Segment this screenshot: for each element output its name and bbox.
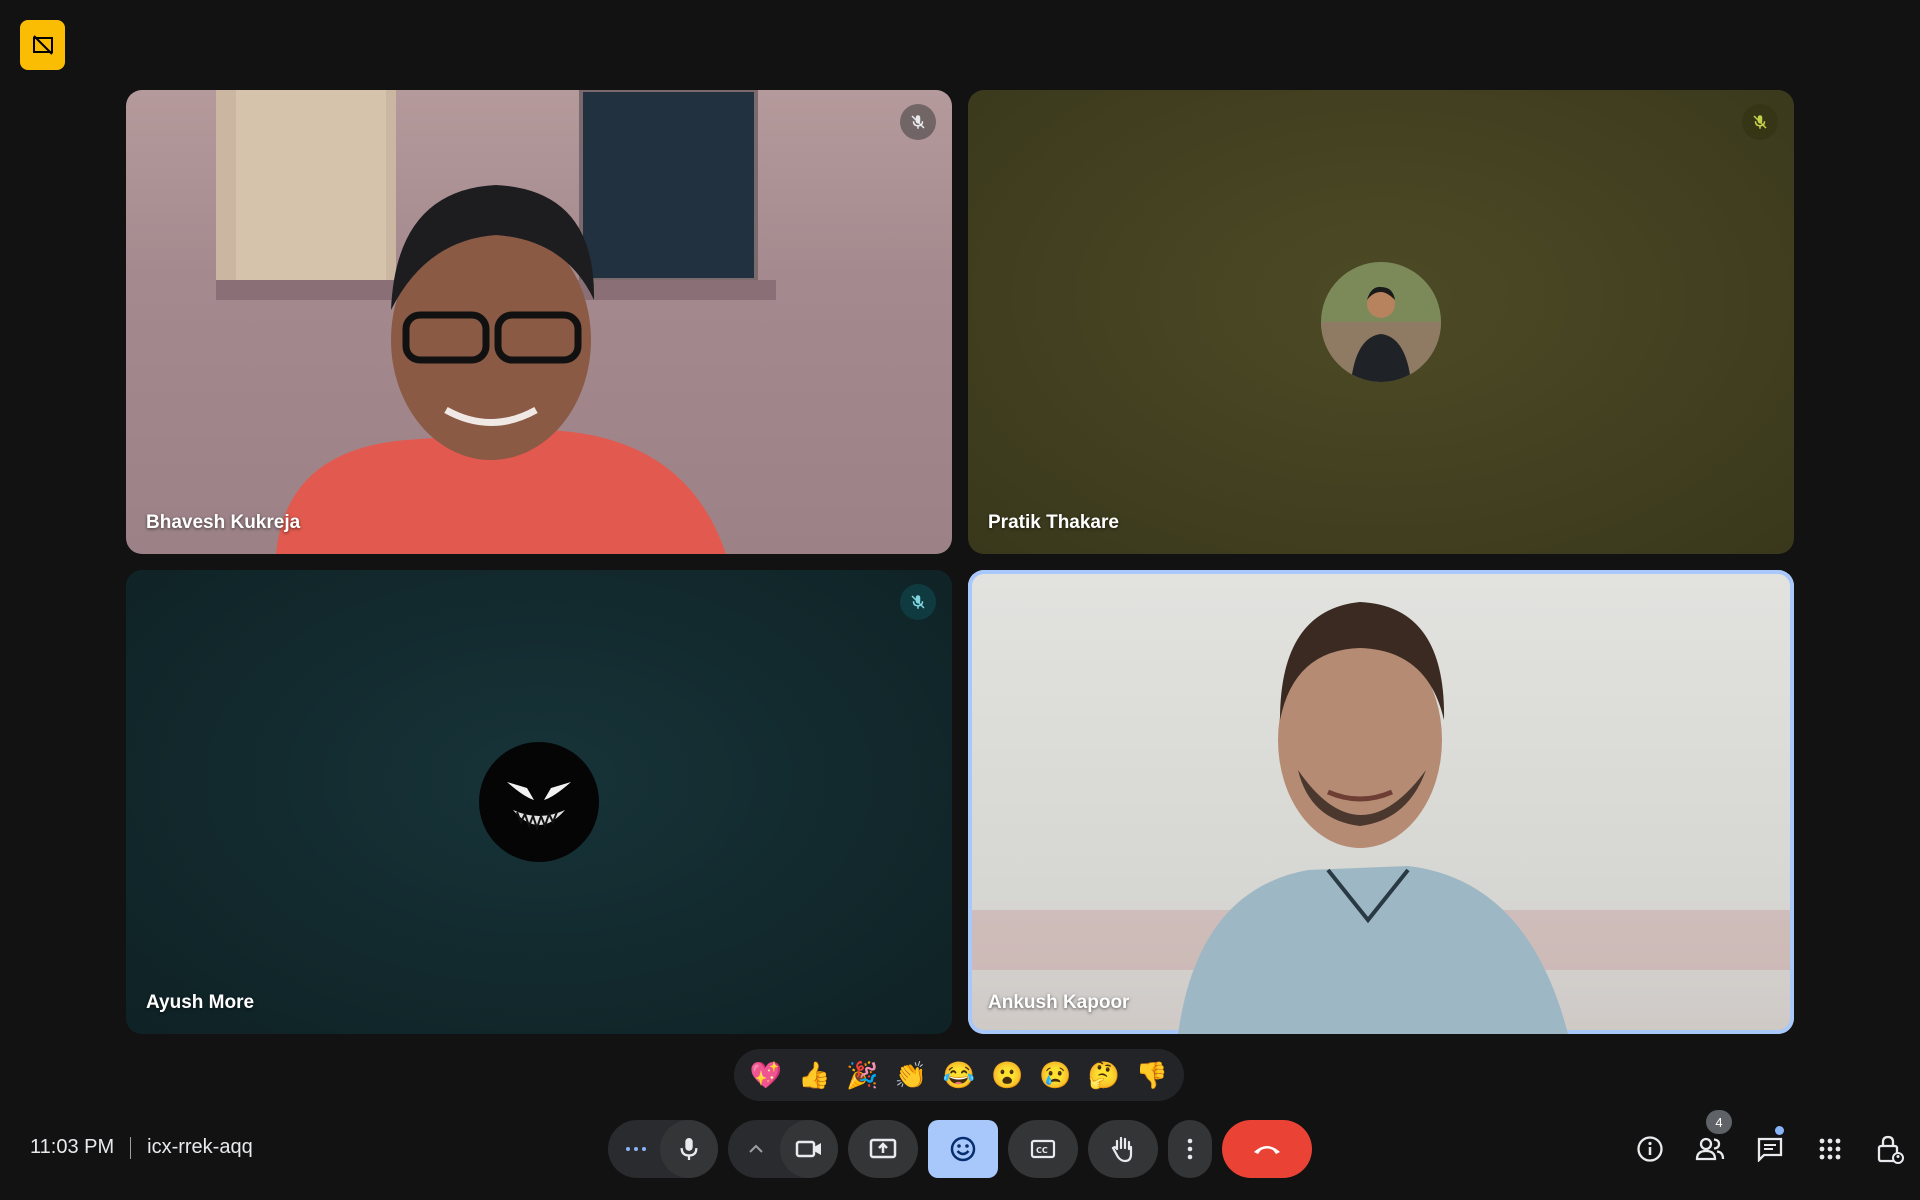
muted-indicator xyxy=(900,104,936,140)
reaction-thumbs-down[interactable]: 👎 xyxy=(1136,1060,1168,1091)
host-controls-button[interactable] xyxy=(1860,1126,1920,1172)
reaction-thumbs-up[interactable]: 👍 xyxy=(798,1060,830,1091)
participant-tile-ayush[interactable]: Ayush More xyxy=(126,570,952,1034)
captions-button[interactable]: CC xyxy=(1008,1120,1078,1178)
reaction-sad[interactable]: 😢 xyxy=(1039,1060,1071,1091)
avatar xyxy=(479,742,599,862)
participant-name: Pratik Thakare xyxy=(988,512,1119,533)
people-icon xyxy=(1695,1137,1725,1161)
more-options-button[interactable] xyxy=(1168,1120,1212,1178)
raise-hand-button[interactable] xyxy=(1088,1120,1158,1178)
participant-video xyxy=(216,90,776,554)
participant-tile-pratik[interactable]: Pratik Thakare xyxy=(968,90,1794,554)
more-vert-icon xyxy=(1187,1138,1193,1160)
leave-call-button[interactable] xyxy=(1222,1120,1312,1178)
videocam-icon xyxy=(795,1140,821,1158)
chevron-up-icon xyxy=(749,1144,763,1153)
participant-count-badge: 4 xyxy=(1706,1110,1732,1134)
reactions-bar: 💖 👍 🎉 👏 😂 😮 😢 🤔 👎 xyxy=(734,1049,1184,1101)
video-off-icon xyxy=(32,35,53,55)
participant-tile-bhavesh[interactable]: Bhavesh Kukreja xyxy=(126,90,952,554)
meeting-code: icx-rrek-aqq xyxy=(147,1136,253,1158)
unread-dot xyxy=(1775,1126,1784,1135)
chat-button[interactable] xyxy=(1740,1126,1800,1172)
reaction-surprised[interactable]: 😮 xyxy=(991,1060,1023,1091)
svg-text:CC: CC xyxy=(1036,1146,1048,1155)
emoji-icon xyxy=(950,1136,976,1162)
reaction-laugh[interactable]: 😂 xyxy=(943,1060,975,1091)
more-horiz-icon xyxy=(626,1147,646,1151)
right-toolbar: 4 xyxy=(1620,1110,1920,1172)
camera-button[interactable] xyxy=(780,1120,838,1178)
reaction-thinking[interactable]: 🤔 xyxy=(1087,1060,1119,1091)
muted-indicator xyxy=(1742,104,1778,140)
apps-grid-icon xyxy=(1819,1138,1841,1160)
present-to-all-icon xyxy=(869,1138,897,1159)
audio-options-button[interactable] xyxy=(608,1120,664,1178)
mic-off-icon xyxy=(911,115,925,129)
activities-button[interactable] xyxy=(1800,1126,1860,1172)
people-button[interactable]: 4 xyxy=(1680,1110,1740,1172)
participant-tile-ankush[interactable]: Ankush Kapoor xyxy=(968,570,1794,1034)
camera-options-button[interactable] xyxy=(728,1120,784,1178)
call-end-icon xyxy=(1254,1146,1280,1154)
divider xyxy=(130,1136,132,1159)
participant-video xyxy=(972,602,1790,1034)
reaction-clap[interactable]: 👏 xyxy=(895,1060,927,1091)
closed-caption-icon: CC xyxy=(1030,1139,1056,1159)
muted-indicator xyxy=(900,584,936,620)
info-icon xyxy=(1637,1136,1663,1162)
participant-name: Ayush More xyxy=(146,992,255,1013)
participant-name: Ankush Kapoor xyxy=(988,992,1130,1013)
mic-icon xyxy=(680,1138,698,1160)
present-button[interactable] xyxy=(848,1120,918,1178)
mic-off-icon xyxy=(911,595,925,609)
meeting-info-button[interactable] xyxy=(1620,1126,1680,1172)
clock: 11:03 PM xyxy=(30,1136,115,1158)
participant-name: Bhavesh Kukreja xyxy=(146,512,301,533)
meeting-details: 11:03 PM icx-rrek-aqq xyxy=(30,1136,253,1159)
chat-icon xyxy=(1757,1137,1783,1162)
recording-off-badge[interactable] xyxy=(20,20,65,70)
reaction-party[interactable]: 🎉 xyxy=(846,1060,878,1091)
emoji-button[interactable] xyxy=(928,1120,998,1178)
mic-off-icon xyxy=(1753,115,1767,129)
reaction-heart[interactable]: 💖 xyxy=(750,1060,782,1091)
microphone-button[interactable] xyxy=(660,1120,718,1178)
lock-person-icon xyxy=(1877,1135,1904,1164)
avatar xyxy=(1321,262,1441,382)
hand-icon xyxy=(1111,1136,1133,1163)
